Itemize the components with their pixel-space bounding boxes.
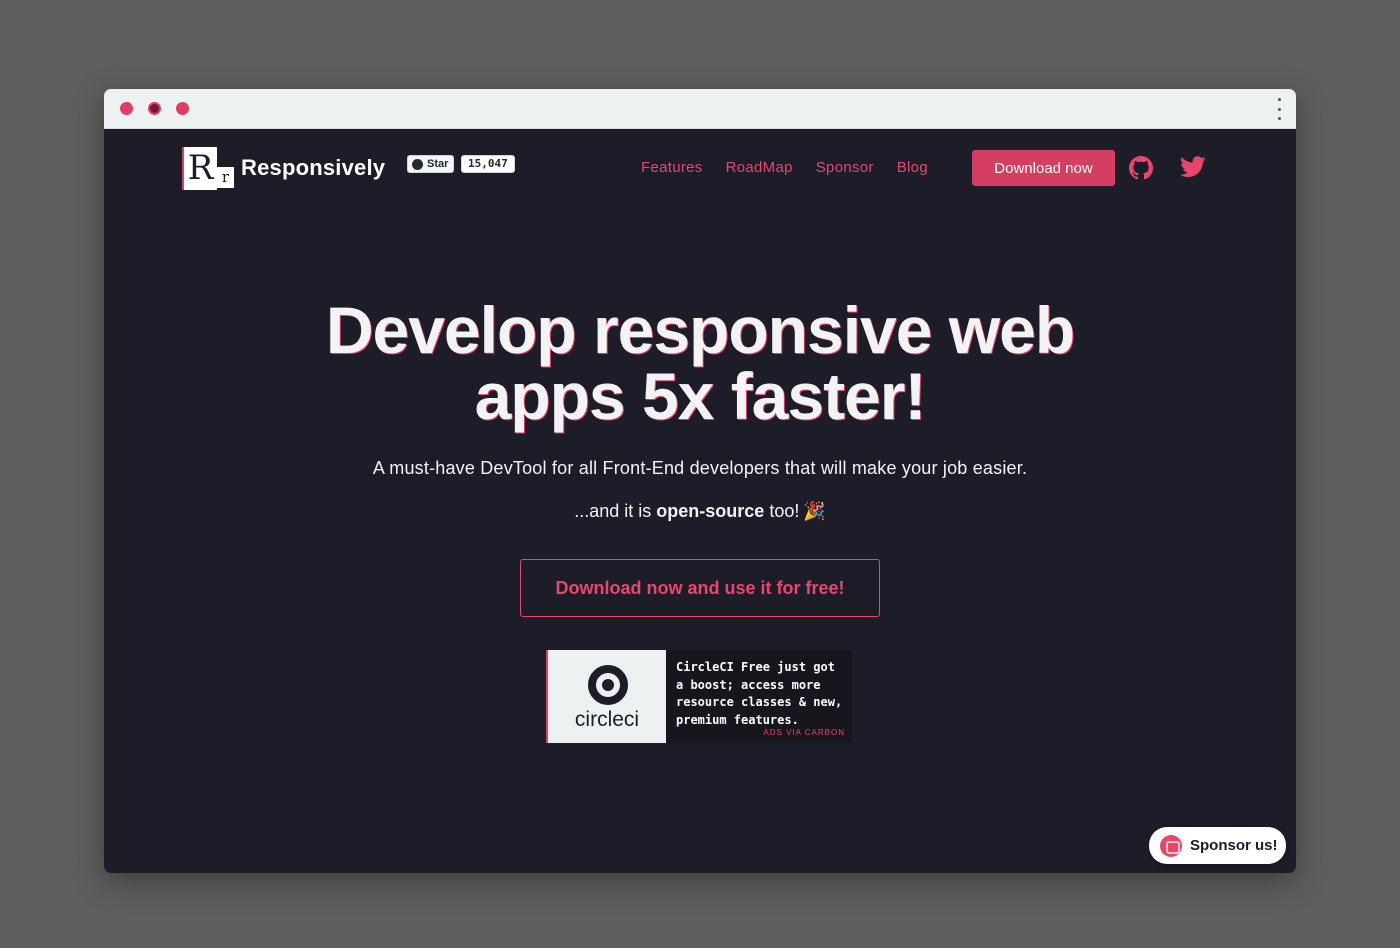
logo-letter-small: r	[217, 167, 234, 188]
ads-via-carbon-link[interactable]: ADS VIA CARBON	[763, 728, 845, 738]
download-free-cta-button[interactable]: Download now and use it for free!	[520, 559, 880, 617]
logo[interactable]: R r	[184, 147, 234, 191]
nav-blog[interactable]: Blog	[897, 159, 928, 176]
nav-roadmap[interactable]: RoadMap	[726, 159, 793, 176]
github-star-label: Star	[427, 158, 449, 170]
browser-window: R r Responsively Star 15,047 Features Ro…	[104, 89, 1296, 873]
minimize-window-button[interactable]	[148, 102, 161, 115]
circleci-logo-text: circleci	[574, 708, 640, 731]
ad-text[interactable]: CircleCI Free just got a boost; access m…	[676, 660, 842, 727]
more-options-icon[interactable]	[1276, 98, 1282, 120]
maximize-window-button[interactable]	[176, 102, 189, 115]
github-mini-icon	[412, 158, 423, 170]
sponsor-us-button[interactable]: Sponsor us!	[1149, 827, 1286, 864]
hero-title-line2: apps 5x faster!	[474, 359, 927, 433]
twitter-icon[interactable]	[1180, 156, 1206, 178]
logo-letter-big: R	[184, 147, 217, 190]
github-star-count[interactable]: 15,047	[461, 155, 515, 173]
sponsor-icon	[1160, 834, 1182, 857]
window-titlebar	[104, 89, 1296, 129]
download-now-button[interactable]: Download now	[972, 150, 1115, 186]
brand-name[interactable]: Responsively	[241, 155, 385, 181]
carbon-ad[interactable]: circleci CircleCI Free just got a boost;…	[546, 650, 852, 743]
party-popper-icon: 🎉	[803, 501, 826, 521]
open-source-suffix: too!	[764, 501, 800, 521]
hero-title: Develop responsive web apps 5x faster!	[104, 297, 1296, 429]
main-nav: Features RoadMap Sponsor Blog	[641, 159, 951, 176]
open-source-note: ...and it is open-source too! 🎉	[104, 501, 1296, 522]
hero-title-line1: Develop responsive web	[325, 293, 1075, 367]
circleci-logo-icon	[588, 665, 628, 705]
hero-subtitle: A must-have DevTool for all Front-End de…	[372, 458, 1028, 478]
nav-features[interactable]: Features	[641, 159, 703, 176]
sponsor-us-label: Sponsor us!	[1190, 837, 1278, 854]
page-content: R r Responsively Star 15,047 Features Ro…	[104, 129, 1296, 873]
github-star-button[interactable]: Star	[407, 155, 455, 173]
open-source-prefix: ...and it is	[574, 501, 657, 521]
close-window-button[interactable]	[120, 102, 133, 115]
ad-text-block[interactable]: CircleCI Free just got a boost; access m…	[666, 650, 852, 743]
open-source-bold: open-source	[656, 501, 765, 521]
nav-sponsor[interactable]: Sponsor	[816, 159, 874, 176]
github-icon[interactable]	[1129, 156, 1153, 180]
circleci-ad-image[interactable]: circleci	[546, 650, 666, 743]
